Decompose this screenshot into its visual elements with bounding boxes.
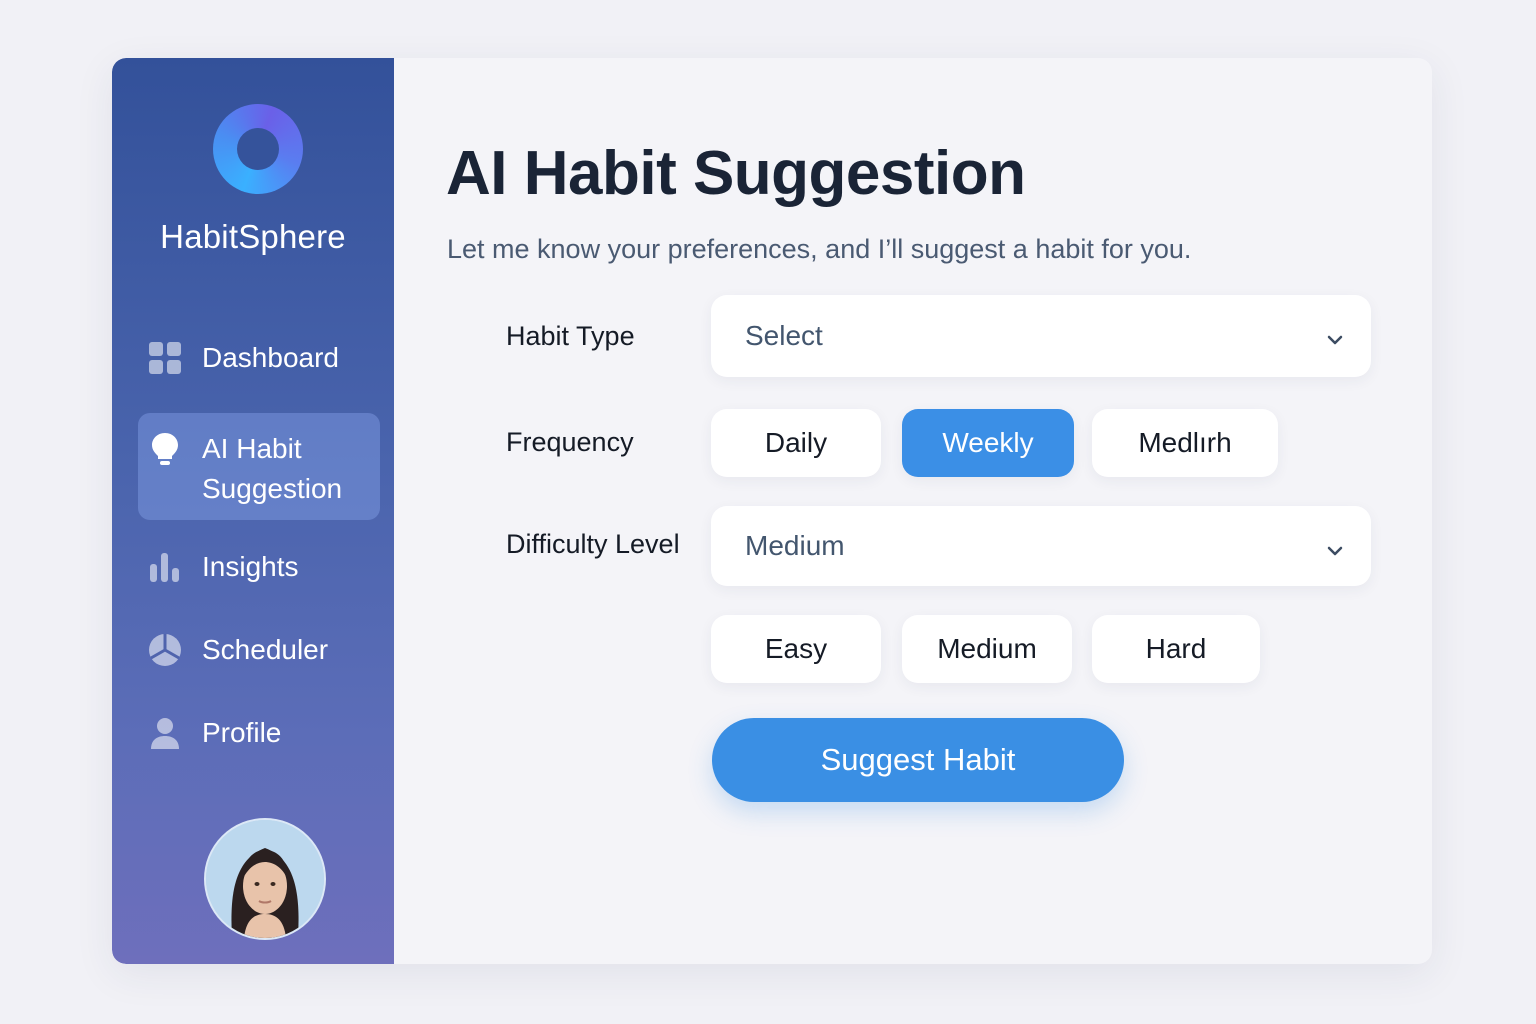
- sidebar-item-insights[interactable]: Insights: [138, 543, 380, 591]
- lightbulb-icon: [148, 432, 182, 466]
- sidebar-item-scheduler[interactable]: Scheduler: [138, 626, 380, 674]
- difficulty-option-medium[interactable]: Medium: [902, 615, 1072, 683]
- sidebar-item-label: AI Habit Suggestion: [202, 429, 342, 509]
- difficulty-option-easy[interactable]: Easy: [711, 615, 881, 683]
- difficulty-level-select[interactable]: Medium: [711, 506, 1371, 586]
- bar-chart-icon: [148, 550, 182, 584]
- logo-ring-icon: [213, 104, 303, 194]
- suggest-habit-button[interactable]: Suggest Habit: [712, 718, 1124, 802]
- sidebar-item-label: Scheduler: [202, 634, 329, 665]
- difficulty-level-label: Difficulty Level: [506, 529, 680, 559]
- difficulty-option-hard[interactable]: Hard: [1092, 615, 1260, 683]
- frequency-option-weekly[interactable]: Weekly: [902, 409, 1074, 477]
- frequency-label: Frequency: [506, 427, 634, 457]
- habit-type-value: Select: [745, 320, 823, 351]
- sidebar-item-label: Insights: [202, 551, 299, 582]
- chevron-down-icon: [1325, 536, 1345, 568]
- user-icon: [148, 716, 182, 750]
- sidebar: HabitSphere Dashboard AI Habit Suggestio…: [112, 58, 394, 964]
- app-name: HabitSphere: [160, 218, 346, 255]
- user-avatar[interactable]: [204, 818, 326, 940]
- sidebar-item-profile[interactable]: Profile: [138, 709, 380, 757]
- habit-type-select[interactable]: Select: [711, 295, 1371, 377]
- sidebar-item-ai-habit-suggestion[interactable]: AI Habit Suggestion: [138, 413, 380, 520]
- page-subtitle: Let me know your preferences, and I’ll s…: [447, 234, 1192, 264]
- grid-icon: [148, 341, 182, 375]
- pie-chart-icon: [148, 633, 182, 667]
- habit-type-label: Habit Type: [506, 321, 635, 351]
- difficulty-level-value: Medium: [745, 530, 845, 561]
- sidebar-item-label-line1: AI Habit: [202, 433, 302, 464]
- frequency-option-daily[interactable]: Daily: [711, 409, 881, 477]
- sidebar-item-label-line2: Suggestion: [202, 473, 343, 504]
- sidebar-item-label: Profile: [202, 717, 282, 748]
- frequency-option-medlirh[interactable]: Medlırh: [1092, 409, 1278, 477]
- page-title: AI Habit Suggestion: [446, 139, 1026, 208]
- chevron-down-icon: [1325, 325, 1345, 357]
- app-window: HabitSphere Dashboard AI Habit Suggestio…: [112, 58, 1432, 964]
- sidebar-item-label: Dashboard: [202, 342, 339, 373]
- sidebar-item-dashboard[interactable]: Dashboard: [138, 334, 380, 382]
